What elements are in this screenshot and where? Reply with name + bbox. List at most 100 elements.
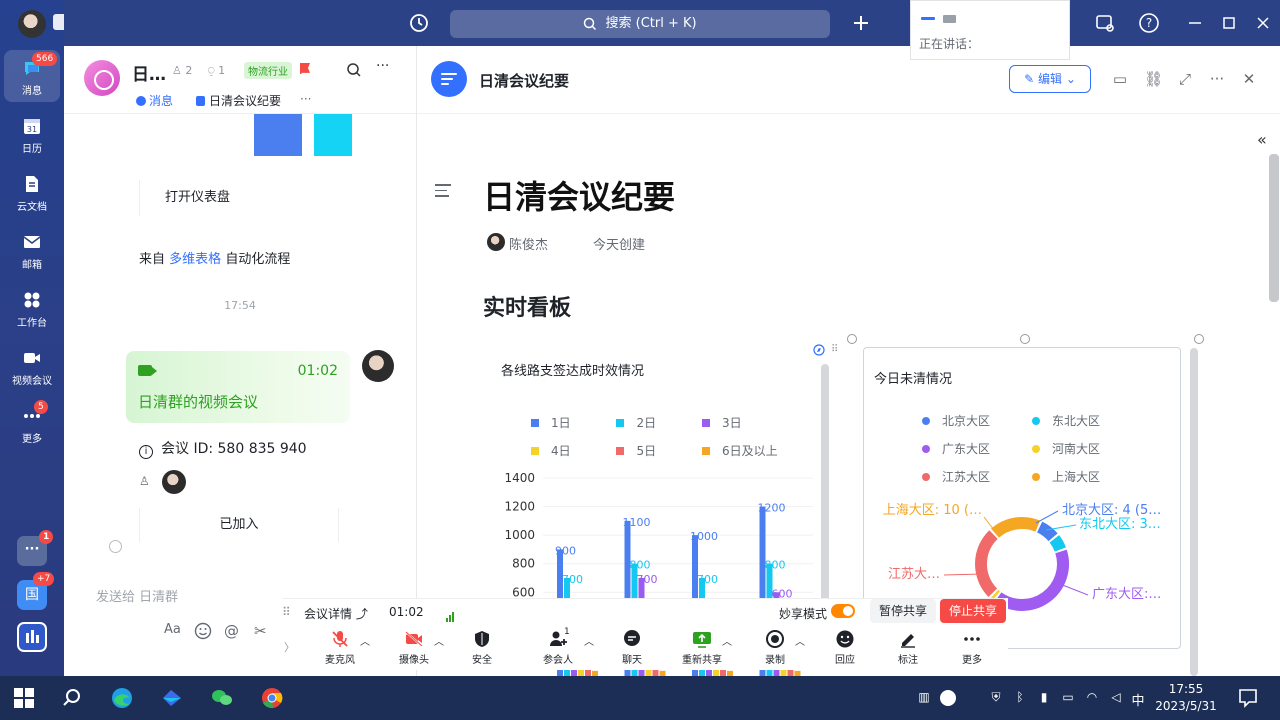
app-chart-button[interactable] (17, 622, 47, 652)
rail-item-calendar[interactable]: 31 日历 (4, 108, 60, 160)
donut-slice[interactable] (991, 517, 1041, 538)
message-input[interactable]: 发送给 日清群 (96, 586, 178, 605)
donut-card-scrollbar[interactable] (1190, 348, 1198, 676)
sender-avatar[interactable] (362, 350, 394, 382)
security-button[interactable]: 安全 (454, 629, 510, 667)
resize-handle[interactable] (1194, 334, 1204, 344)
donut-slice[interactable] (1049, 535, 1066, 552)
rail-item-docs[interactable]: 云文档 (4, 166, 60, 218)
outline-icon[interactable] (435, 184, 451, 201)
emoji-icon[interactable] (194, 622, 212, 640)
rail-item-messages[interactable]: 消息 566 (4, 50, 60, 102)
meeting-details-button[interactable]: 会议详情 ⤴ (304, 605, 368, 622)
source-link[interactable]: 多维表格 (169, 252, 221, 267)
mention-icon[interactable]: @ (224, 622, 239, 640)
flag-icon[interactable] (300, 63, 310, 74)
camera-options-caret[interactable]: ︿ (434, 633, 444, 648)
pause-share-button[interactable]: 暂停共享 (870, 599, 936, 623)
wifi-icon[interactable]: ◠ (1084, 690, 1100, 706)
stop-share-button[interactable]: 停止共享 (940, 599, 1006, 623)
bar-chart-icon (26, 630, 39, 643)
window-mode-icon[interactable]: ▭ (1111, 70, 1129, 88)
share-options-caret[interactable]: ︿ (722, 633, 732, 648)
feishu-app-icon[interactable] (160, 686, 184, 710)
rail-item-workspace[interactable]: 工作台 (4, 282, 60, 334)
minimize-icon[interactable] (1184, 12, 1206, 34)
doc-scrollbar[interactable] (1269, 154, 1279, 302)
rail-item-video[interactable]: 视频会议 (4, 340, 60, 392)
screenshot-scissors-icon[interactable]: ✂ (254, 622, 267, 640)
apps-badge: 1 (39, 530, 54, 544)
microphone-icon[interactable]: ▮ (1036, 690, 1052, 706)
windows-start-icon[interactable] (12, 686, 36, 710)
system-clock[interactable]: 17:55 2023/5/31 (1150, 681, 1222, 715)
group-avatar[interactable] (84, 60, 120, 96)
notification-center-icon[interactable] (1236, 686, 1260, 710)
tray-browser-icon[interactable] (940, 690, 956, 706)
drag-handle-icon[interactable]: ⠿ (282, 605, 291, 619)
notification-settings-icon[interactable] (1094, 12, 1116, 34)
help-icon[interactable]: ? (1138, 12, 1160, 34)
user-avatar[interactable] (18, 10, 46, 38)
search-icon[interactable] (60, 686, 84, 710)
drag-handle-icon[interactable]: ⠿ (831, 344, 838, 355)
select-message-radio[interactable] (109, 540, 122, 553)
rail-item-more[interactable]: 更多 5 (4, 398, 60, 450)
member-count[interactable]: ♙ 2 (172, 64, 192, 77)
reaction-button[interactable]: 回应 (817, 629, 873, 667)
battery-icon[interactable]: ▭ (1060, 690, 1076, 706)
history-icon[interactable] (408, 12, 430, 34)
speaker-view-toggle[interactable] (921, 11, 964, 26)
plus-icon[interactable] (850, 12, 872, 34)
donut-slice[interactable] (1036, 521, 1058, 542)
tab-more[interactable]: ··· (300, 92, 311, 106)
collapse-panel-icon[interactable]: « (1257, 130, 1267, 149)
donut-slice[interactable] (994, 549, 1069, 611)
edge-browser-icon[interactable] (110, 686, 134, 710)
close-window-icon[interactable] (1252, 12, 1274, 34)
donut-slice[interactable] (990, 589, 1001, 601)
search-chat-icon[interactable] (346, 62, 362, 78)
tab-doc[interactable]: 日清会议纪要 (196, 92, 281, 109)
video-meeting-card[interactable]: 01:02 日清群的视频会议 (126, 351, 350, 423)
more-apps-button[interactable]: ··· 1 (17, 530, 54, 566)
tray-app-icon[interactable]: ▥ (916, 690, 932, 706)
ime-indicator[interactable]: 中 (1130, 690, 1146, 709)
share-mode-toggle[interactable] (831, 604, 855, 618)
group-title[interactable]: 日… (132, 60, 166, 85)
resize-handle[interactable] (1020, 334, 1030, 344)
author-avatar[interactable] (487, 233, 505, 251)
tab-messages[interactable]: 消息 (136, 92, 173, 109)
expand-icon[interactable]: ⤢ (1176, 70, 1194, 88)
more-menu-icon[interactable]: ··· (376, 58, 389, 74)
bluetooth-icon[interactable]: ᛒ (1012, 690, 1028, 706)
donut-slice[interactable] (975, 530, 998, 597)
search-box[interactable]: 搜索 (Ctrl + K) (450, 10, 830, 38)
more-options-button[interactable]: 更多 (944, 629, 1000, 667)
text-format-icon[interactable]: Aa (164, 622, 181, 637)
toolbar-scroll-left-icon[interactable]: 〉 (284, 639, 295, 655)
author-name[interactable]: 陈俊杰 (509, 234, 548, 253)
chrome-icon[interactable] (260, 686, 284, 710)
link-icon[interactable]: ⛓ (1144, 70, 1163, 88)
participant-avatar[interactable] (162, 470, 186, 494)
bot-count[interactable]: ⍜ 1 (208, 64, 225, 78)
volume-icon[interactable]: ◁ (1108, 690, 1124, 706)
open-dashboard-button[interactable]: 打开仪表盘 (139, 180, 259, 216)
record-options-caret[interactable]: ︿ (795, 633, 805, 648)
participants-button[interactable]: 参会人 1 (530, 627, 586, 667)
annotate-button[interactable]: 标注 (880, 629, 936, 667)
app-guo-button[interactable]: 国 +7 (17, 572, 55, 610)
chat-button[interactable]: 聊天 (604, 629, 660, 667)
security-shield-icon[interactable]: ⛨ (988, 690, 1004, 706)
app-guo-glyph: 国 (25, 587, 39, 603)
resize-handle[interactable] (847, 334, 857, 344)
close-doc-icon[interactable]: ✕ (1240, 70, 1258, 88)
mic-options-caret[interactable]: ︿ (360, 633, 370, 648)
participants-options-caret[interactable]: ︿ (584, 633, 594, 648)
edit-button[interactable]: ✎ 编辑 ⌄ (1009, 65, 1091, 93)
wechat-icon[interactable] (210, 686, 234, 710)
maximize-icon[interactable] (1218, 12, 1240, 34)
doc-more-icon[interactable]: ··· (1208, 70, 1226, 88)
rail-item-mail[interactable]: 邮箱 (4, 224, 60, 276)
